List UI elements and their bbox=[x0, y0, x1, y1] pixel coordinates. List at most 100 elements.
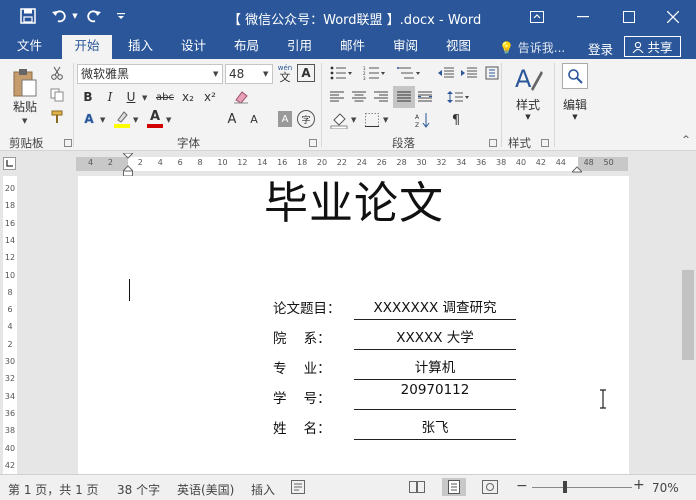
zoom-slider-track[interactable] bbox=[532, 487, 632, 488]
tab-view[interactable]: 视图 bbox=[440, 37, 477, 59]
enclose-characters-button[interactable]: 字 bbox=[297, 110, 315, 128]
format-painter-icon[interactable] bbox=[48, 108, 66, 126]
font-size-dropdown-icon[interactable]: ▼ bbox=[263, 70, 268, 78]
zoom-in-icon[interactable]: + bbox=[633, 477, 645, 493]
font-launcher-icon[interactable] bbox=[309, 139, 317, 147]
phonetic-guide-button[interactable]: wén 文 bbox=[276, 62, 294, 84]
word-count[interactable]: 38 个字 bbox=[117, 481, 160, 498]
save-icon[interactable] bbox=[18, 6, 38, 26]
field-row-name[interactable]: 姓 名： 张飞 bbox=[273, 413, 523, 443]
superscript-button[interactable]: x² bbox=[201, 88, 219, 106]
field-value[interactable]: 20970112 bbox=[354, 382, 516, 398]
justify-icon[interactable] bbox=[393, 86, 415, 108]
zoom-slider-thumb[interactable] bbox=[563, 481, 568, 493]
maximize-icon[interactable] bbox=[606, 0, 652, 33]
cut-icon[interactable] bbox=[48, 64, 66, 82]
field-row-major[interactable]: 专 业： 计算机 bbox=[273, 353, 523, 383]
web-layout-icon[interactable] bbox=[482, 480, 498, 497]
distributed-icon[interactable] bbox=[416, 88, 434, 106]
tab-file[interactable]: 文件 bbox=[11, 37, 48, 59]
highlight-dropdown-icon[interactable]: ▼ bbox=[133, 116, 138, 124]
ribbon-display-options-icon[interactable] bbox=[514, 0, 560, 33]
styles-launcher-icon[interactable] bbox=[541, 139, 549, 147]
chinese-layout-icon[interactable] bbox=[483, 64, 501, 82]
tab-mailings[interactable]: 邮件 bbox=[334, 37, 371, 59]
scrollbar-thumb[interactable] bbox=[682, 270, 694, 360]
align-left-icon[interactable] bbox=[328, 88, 346, 106]
undo-icon[interactable] bbox=[49, 6, 69, 26]
macro-record-icon[interactable] bbox=[291, 480, 305, 497]
zoom-level[interactable]: 70% bbox=[652, 481, 679, 495]
tell-me-box[interactable]: 💡 告诉我... bbox=[499, 39, 565, 56]
redo-icon[interactable] bbox=[84, 6, 104, 26]
editing-button[interactable]: 编辑 ▼ bbox=[558, 63, 592, 129]
page-count[interactable]: 第 1 页，共 1 页 bbox=[8, 481, 99, 498]
align-right-icon[interactable] bbox=[372, 88, 390, 106]
field-value[interactable]: 张飞 bbox=[354, 416, 516, 436]
tab-design[interactable]: 设计 bbox=[175, 37, 212, 59]
highlight-icon[interactable] bbox=[112, 108, 132, 130]
insert-mode[interactable]: 插入 bbox=[251, 481, 275, 498]
vertical-ruler[interactable]: 20 18 16 14 12 10 8 6 4 2 30 32 34 36 38 40 42 bbox=[3, 176, 17, 474]
font-color-dropdown-icon[interactable]: ▼ bbox=[166, 116, 171, 124]
zoom-out-icon[interactable]: − bbox=[516, 478, 528, 494]
language[interactable]: 英语(美国) bbox=[177, 481, 234, 498]
text-effects-button[interactable]: A bbox=[80, 110, 98, 128]
show-marks-icon[interactable]: ¶ bbox=[447, 110, 465, 130]
italic-button[interactable]: I bbox=[102, 88, 118, 106]
clear-formatting-icon[interactable] bbox=[232, 88, 250, 106]
field-value[interactable]: XXXXX 大学 bbox=[354, 326, 516, 346]
right-indent-marker-icon[interactable] bbox=[572, 166, 582, 174]
undo-dropdown-icon[interactable]: ▼ bbox=[70, 6, 80, 26]
indent-marker-icon[interactable] bbox=[123, 153, 133, 177]
horizontal-ruler[interactable]: 4 2 2 4 6 8 10 12 14 16 18 20 22 24 26 28 30 32 34 36 38 40 42… bbox=[76, 153, 628, 177]
tab-layout[interactable]: 布局 bbox=[228, 37, 265, 59]
field-row-department[interactable]: 院 系： XXXXX 大学 bbox=[273, 323, 523, 353]
field-value[interactable]: 计算机 bbox=[354, 356, 516, 376]
shading-dropdown-icon[interactable]: ▼ bbox=[351, 116, 356, 124]
bold-button[interactable]: B bbox=[80, 88, 96, 106]
character-shading-button[interactable]: A bbox=[278, 111, 292, 127]
align-center-icon[interactable] bbox=[350, 88, 368, 106]
styles-button[interactable]: A 样式 ▼ bbox=[507, 63, 549, 129]
collapse-ribbon-icon[interactable]: ^ bbox=[679, 134, 693, 146]
customize-quick-access-icon[interactable] bbox=[114, 6, 128, 26]
field-row-title[interactable]: 论文题目： XXXXXXX 调查研究 bbox=[273, 293, 523, 323]
paste-button[interactable]: 粘贴 bbox=[8, 64, 42, 118]
read-mode-icon[interactable] bbox=[409, 480, 425, 497]
borders-dropdown-icon[interactable]: ▼ bbox=[383, 116, 388, 124]
subscript-button[interactable]: x₂ bbox=[179, 88, 197, 106]
close-icon[interactable] bbox=[650, 0, 696, 33]
font-name-dropdown-icon[interactable]: ▼ bbox=[213, 70, 218, 78]
tab-insert[interactable]: 插入 bbox=[122, 37, 159, 59]
line-spacing-icon[interactable] bbox=[445, 88, 471, 106]
font-name-select[interactable]: 微软雅黑 bbox=[77, 64, 223, 84]
document-title[interactable]: 毕业论文 bbox=[264, 178, 444, 230]
decrease-indent-icon[interactable] bbox=[436, 64, 456, 82]
strikethrough-button[interactable]: abc bbox=[154, 88, 176, 106]
print-layout-icon[interactable] bbox=[442, 478, 466, 496]
borders-icon[interactable] bbox=[362, 110, 382, 130]
field-value[interactable]: XXXXXXX 调查研究 bbox=[354, 296, 516, 316]
login-link[interactable]: 登录 bbox=[588, 39, 613, 58]
copy-icon[interactable] bbox=[48, 86, 66, 104]
numbering-icon[interactable]: 123 bbox=[361, 64, 387, 82]
tab-references[interactable]: 引用 bbox=[281, 37, 318, 59]
tab-home[interactable]: 开始 bbox=[62, 35, 112, 59]
tab-review[interactable]: 审阅 bbox=[387, 37, 424, 59]
character-border-button[interactable]: A bbox=[297, 64, 315, 82]
multilevel-list-icon[interactable] bbox=[395, 64, 423, 82]
paste-dropdown-icon[interactable]: ▼ bbox=[22, 117, 27, 125]
underline-dropdown-icon[interactable]: ▼ bbox=[142, 94, 147, 102]
share-button[interactable]: 共享 bbox=[624, 36, 681, 57]
field-row-student-id[interactable]: 学 号： 20970112 bbox=[273, 382, 523, 413]
document-page[interactable]: 毕业论文 论文题目： XXXXXXX 调查研究 院 系： XXXXX 大学 专 … bbox=[78, 176, 629, 474]
shrink-font-button[interactable]: A bbox=[246, 110, 262, 128]
font-color-button[interactable]: A bbox=[145, 108, 165, 130]
minimize-icon[interactable] bbox=[560, 0, 606, 33]
sort-icon[interactable]: AZ bbox=[414, 110, 432, 130]
tab-selector[interactable] bbox=[3, 157, 16, 170]
paragraph-launcher-icon[interactable] bbox=[489, 139, 497, 147]
shading-icon[interactable] bbox=[328, 110, 350, 130]
bullets-icon[interactable] bbox=[328, 64, 354, 82]
